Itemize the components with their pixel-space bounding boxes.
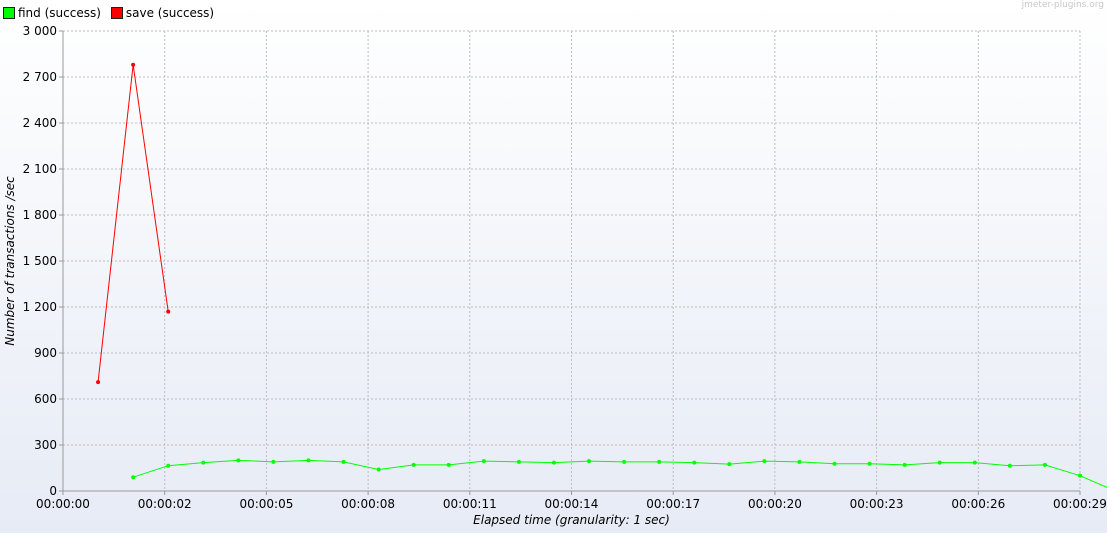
data-point-find xyxy=(867,461,872,466)
y-tick-label: 300 xyxy=(34,438,57,452)
data-point-find xyxy=(622,459,627,464)
data-point-find xyxy=(131,475,136,480)
data-point-find xyxy=(516,459,521,464)
x-tick-label: 00:00:23 xyxy=(850,497,904,511)
x-tick-label: 00:00:00 xyxy=(36,497,90,511)
data-point-save xyxy=(131,62,136,67)
data-point-find xyxy=(166,463,171,468)
data-point-find xyxy=(376,467,381,472)
x-tick-label: 00:00:20 xyxy=(748,497,802,511)
data-point-find xyxy=(657,459,662,464)
x-tick-label: 00:00:08 xyxy=(341,497,395,511)
y-tick-label: 1 500 xyxy=(23,254,57,268)
data-point-find xyxy=(937,460,942,465)
series-line-find xyxy=(132,459,1107,489)
y-tick-label: 3 000 xyxy=(23,24,57,38)
data-point-find xyxy=(902,462,907,467)
data-point-find xyxy=(762,459,767,464)
y-tick-label: 600 xyxy=(34,392,57,406)
chart-svg: 0 300 600 900 1 200 1 500 1 800 2 100 2 400 2 700… xyxy=(3,24,1107,527)
series-line-save xyxy=(97,64,169,383)
x-tick-label: 00:00:14 xyxy=(545,497,599,511)
data-point-find xyxy=(306,458,311,463)
data-point-find xyxy=(1007,463,1012,468)
data-point-save xyxy=(166,309,171,314)
data-point-find xyxy=(446,462,451,467)
data-point-find xyxy=(832,461,837,466)
x-tick-label: 00:00:02 xyxy=(138,497,192,511)
data-point-find xyxy=(727,462,732,467)
data-point-find xyxy=(551,460,556,465)
data-point-find xyxy=(1078,473,1082,478)
data-point-find xyxy=(972,460,977,465)
x-tick-label: 00:00:29 xyxy=(1053,497,1107,511)
data-point-find xyxy=(341,459,346,464)
x-tick-label: 00:00:11 xyxy=(443,497,497,511)
y-tick-label: 2 100 xyxy=(23,162,57,176)
data-point-find xyxy=(1042,462,1047,467)
y-tick-label: 1 200 xyxy=(23,300,57,314)
y-tick-label: 900 xyxy=(34,346,57,360)
data-point-find xyxy=(271,459,276,464)
data-point-find xyxy=(411,462,416,467)
data-point-find xyxy=(587,459,592,464)
data-point-find xyxy=(692,460,697,465)
data-point-save xyxy=(96,380,101,385)
y-axis-title: Number of transactions /sec xyxy=(3,176,17,346)
data-point-find xyxy=(797,459,802,464)
y-tick-label: 2 400 xyxy=(23,116,57,130)
data-point-find xyxy=(481,459,486,464)
data-point-find xyxy=(201,460,206,465)
y-tick-label: 1 800 xyxy=(23,208,57,222)
data-point-find xyxy=(236,458,241,463)
x-tick-label: 00:00:17 xyxy=(646,497,700,511)
x-axis-title: Elapsed time (granularity: 1 sec) xyxy=(473,513,670,527)
y-tick-label: 2 700 xyxy=(23,70,57,84)
x-tick-label: 00:00:05 xyxy=(239,497,293,511)
y-tick-label: 0 xyxy=(49,484,57,498)
x-tick-label: 00:00:26 xyxy=(951,497,1005,511)
